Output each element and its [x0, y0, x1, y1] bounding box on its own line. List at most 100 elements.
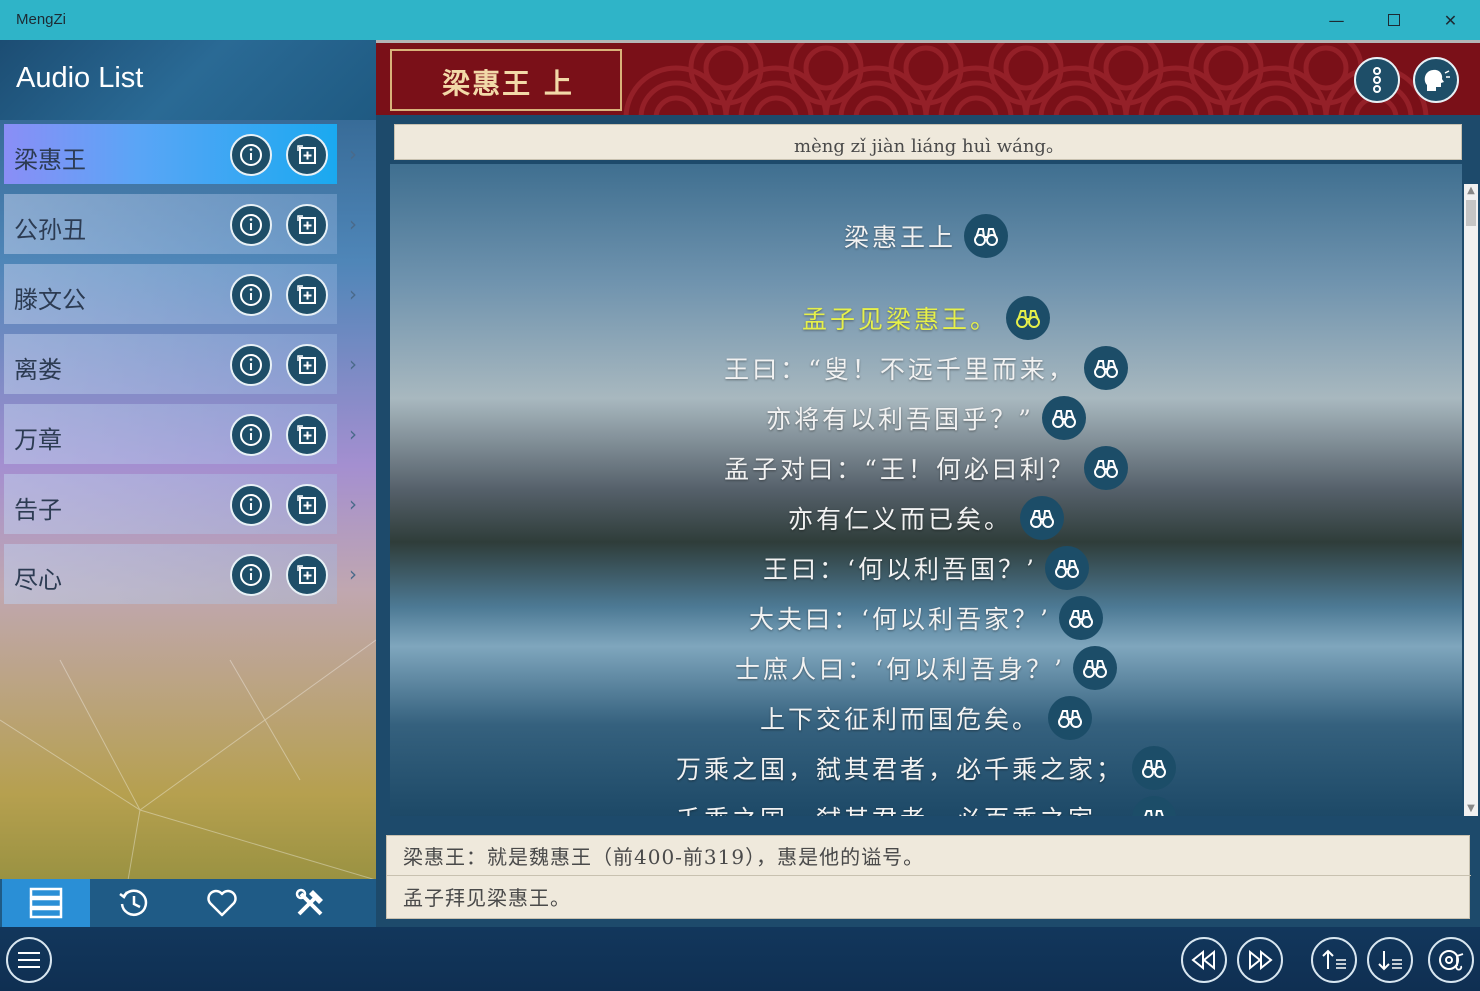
chevron-right-icon[interactable]: ›	[349, 562, 357, 586]
close-button[interactable]: ✕	[1422, 0, 1479, 40]
info-button[interactable]	[230, 414, 272, 456]
info-icon	[240, 354, 262, 376]
audio-settings-button[interactable]	[1428, 937, 1474, 983]
speak-button[interactable]	[1413, 57, 1459, 103]
close-icon: ✕	[1443, 10, 1458, 30]
info-button[interactable]	[230, 484, 272, 526]
lookup-button[interactable]	[1083, 346, 1128, 390]
info-button[interactable]	[230, 204, 272, 246]
add-to-playlist-button[interactable]	[286, 484, 328, 526]
chapter-header: 梁惠王 上	[376, 40, 1480, 115]
chevron-right-icon[interactable]: ›	[349, 422, 357, 446]
hamburger-icon	[18, 952, 40, 968]
text-line[interactable]: 千乘之国，弑其君者，必百乘之家。	[390, 796, 1462, 816]
lookup-button[interactable]	[1132, 746, 1176, 790]
list-item-tengwengong[interactable]: 滕文公 ›	[4, 264, 357, 324]
lookup-button[interactable]	[1041, 396, 1086, 440]
list-item-wanzhang[interactable]: 万章 ›	[4, 404, 357, 464]
sidebar-title: Audio List	[16, 62, 144, 94]
minimize-button[interactable]: —	[1308, 0, 1365, 40]
info-button[interactable]	[230, 274, 272, 316]
maximize-button[interactable]	[1365, 0, 1422, 40]
reader-pane: 梁惠王 上 mèng zǐ jiàn liáng huì wáng。 梁惠王上 …	[376, 40, 1480, 927]
main-menu-button[interactable]	[6, 937, 52, 983]
tab-history[interactable]	[90, 879, 178, 927]
lookup-button[interactable]	[1044, 546, 1089, 590]
list-item-lilou[interactable]: 离娄 ›	[4, 334, 357, 394]
window-title: MengZi	[16, 11, 67, 28]
notes-panel: 梁惠王：就是魏惠王（前400-前319），惠是他的谥号。 孟子拜见梁惠王。	[386, 835, 1471, 919]
binoculars-icon	[1144, 810, 1164, 816]
list-item-gongsunchou[interactable]: 公孙丑 ›	[4, 194, 357, 254]
add-to-playlist-button[interactable]	[286, 274, 328, 316]
add-to-playlist-button[interactable]	[286, 344, 328, 386]
text-line[interactable]: 士庶人曰：‘何以利吾身？’	[390, 646, 1462, 690]
chevron-right-icon[interactable]: ›	[349, 142, 357, 166]
lookup-button[interactable]	[964, 214, 1008, 258]
annotation-text: 梁惠王：就是魏惠王（前400-前319），惠是他的谥号。	[387, 836, 1471, 876]
text-line[interactable]: 大夫曰：‘何以利吾家？’	[390, 596, 1462, 640]
scroll-up-arrow-icon[interactable]: ▲	[1464, 184, 1478, 198]
scrollbar-thumb[interactable]	[1466, 200, 1476, 226]
chevron-right-icon[interactable]: ›	[349, 282, 357, 306]
sidebar-header: Audio List	[0, 40, 376, 120]
list-item-lianghuiwang[interactable]: 梁惠王 ›	[4, 124, 357, 184]
list-item-jinxin[interactable]: 尽心 ›	[4, 544, 357, 604]
text-line[interactable]: 梁惠王上	[390, 214, 1462, 258]
text-line[interactable]: 万乘之国，弑其君者，必千乘之家；	[390, 746, 1462, 790]
list-item-label: 万章	[14, 426, 62, 454]
line-text: 大夫曰：‘何以利吾家？’	[749, 605, 1051, 634]
chevron-right-icon[interactable]: ›	[349, 492, 357, 516]
line-text: 孟子对曰：“王！何必曰利？	[724, 455, 1076, 484]
add-to-playlist-button[interactable]	[286, 554, 328, 596]
text-line[interactable]: 孟子对曰：“王！何必曰利？	[390, 446, 1462, 490]
add-to-playlist-button[interactable]	[286, 204, 328, 246]
text-line[interactable]: 孟子见梁惠王。	[390, 296, 1462, 340]
text-line[interactable]: 亦有仁义而已矣。	[390, 496, 1462, 540]
tab-favorites[interactable]	[178, 879, 266, 927]
line-text: 王曰：‘何以利吾国？’	[763, 555, 1037, 584]
fast-forward-button[interactable]	[1237, 937, 1283, 983]
lookup-button[interactable]	[1083, 446, 1128, 490]
lookup-button[interactable]	[1006, 296, 1050, 340]
chevron-right-icon[interactable]: ›	[349, 352, 357, 376]
lookup-button[interactable]	[1072, 646, 1117, 690]
chapter-title-box: 梁惠王 上	[390, 49, 622, 111]
list-item-label: 梁惠王	[14, 146, 86, 174]
lookup-button[interactable]	[1048, 696, 1092, 740]
rewind-button[interactable]	[1181, 937, 1227, 983]
chevron-right-icon[interactable]: ›	[349, 212, 357, 236]
add-to-playlist-button[interactable]	[286, 414, 328, 456]
line-text: 士庶人曰：‘何以利吾身？’	[735, 655, 1065, 684]
sort-descending-icon	[1378, 951, 1402, 971]
reader-text-area: 梁惠王上 孟子见梁惠王。 王曰：“叟！不远千里而来， 亦将有以利吾国乎？” 孟子…	[390, 164, 1462, 816]
scroll-down-arrow-icon[interactable]: ▼	[1464, 802, 1478, 816]
text-line[interactable]: 亦将有以利吾国乎？”	[390, 396, 1462, 440]
more-options-button[interactable]	[1354, 57, 1400, 103]
add-to-playlist-button[interactable]	[286, 134, 328, 176]
binoculars-icon	[974, 228, 998, 246]
history-icon	[119, 889, 148, 916]
text-line[interactable]: 上下交征利而国危矣。	[390, 696, 1462, 740]
lookup-button[interactable]	[1132, 796, 1176, 816]
scroll-up-button[interactable]	[1311, 937, 1357, 983]
binoculars-icon	[1058, 710, 1082, 728]
list-item-gaozi[interactable]: 告子 ›	[4, 474, 357, 534]
lookup-button[interactable]	[1020, 496, 1064, 540]
scroll-down-button[interactable]	[1367, 937, 1413, 983]
reader-scrollbar[interactable]: ▲ ▼	[1464, 184, 1478, 816]
line-text: 孟子见梁惠王。	[801, 305, 998, 334]
line-text: 亦有仁义而已矣。	[787, 505, 1012, 534]
lookup-button[interactable]	[1058, 596, 1103, 640]
speaking-head-icon	[1424, 69, 1450, 91]
info-button[interactable]	[230, 344, 272, 386]
info-icon	[240, 424, 262, 446]
info-button[interactable]	[230, 134, 272, 176]
text-line[interactable]: 王曰：‘何以利吾国？’	[390, 546, 1462, 590]
line-text: 亦将有以利吾国乎？”	[766, 405, 1034, 434]
tab-audio-list[interactable]	[2, 879, 90, 927]
tab-tools[interactable]	[266, 879, 354, 927]
info-button[interactable]	[230, 554, 272, 596]
binoculars-icon	[1082, 660, 1107, 678]
text-line[interactable]: 王曰：“叟！不远千里而来，	[390, 346, 1462, 390]
